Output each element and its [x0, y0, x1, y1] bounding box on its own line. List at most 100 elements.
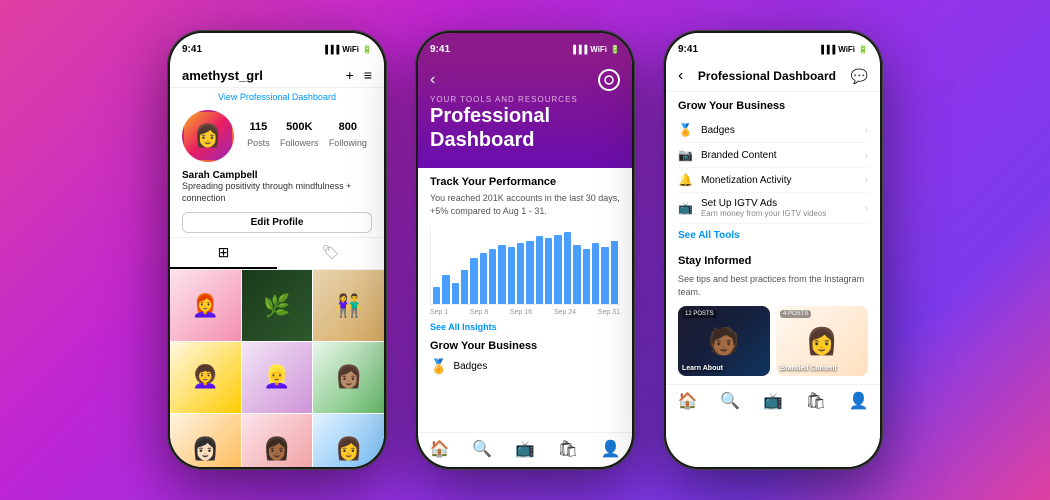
photo-6: 👩🏽: [313, 342, 384, 413]
detail-header: ‹ Professional Dashboard 💬: [666, 61, 880, 92]
grow-title-2: Grow Your Business: [430, 340, 620, 352]
phone-2: 9:41 ▐▐▐ WiFi 🔋 ‹ YOUR TOOLS AND RESOURC…: [415, 30, 635, 470]
grid-tabs: ⊞ 🏷: [170, 237, 384, 270]
stay-informed-title: Stay Informed: [678, 255, 868, 267]
nav-home-3[interactable]: 🏠: [666, 391, 709, 411]
nav-reels-3[interactable]: 📺: [752, 391, 795, 411]
time-1: 9:41: [182, 44, 202, 55]
chart-bar: [498, 245, 505, 304]
profile-header: amethyst_grl + ≡: [170, 61, 384, 88]
message-icon-3[interactable]: 💬: [851, 68, 868, 85]
chart-label-2: Sep 8: [470, 309, 488, 316]
branded-label: Branded Content: [701, 150, 777, 161]
chart-bar: [461, 270, 468, 304]
back-icon-3[interactable]: ‹: [678, 67, 683, 85]
igtv-icon: 📺: [678, 201, 693, 215]
time-3: 9:41: [678, 44, 698, 55]
chart-bar: [554, 235, 561, 304]
item-branded[interactable]: 📷 Branded Content ›: [678, 143, 868, 168]
item-badges[interactable]: 🏅 Badges ›: [678, 118, 868, 143]
followers-label: Followers: [280, 138, 319, 148]
card1-posts: 12 POSTS: [682, 310, 717, 318]
following-label: Following: [329, 138, 367, 148]
chart-bar: [583, 249, 590, 304]
profile-action-icons: + ≡: [346, 67, 372, 83]
posts-count: 115: [247, 121, 270, 133]
chart-bar: [508, 247, 515, 305]
stay-desc: See tips and best practices from the Ins…: [678, 273, 868, 298]
see-all-insights[interactable]: See All Insights: [430, 322, 620, 332]
chart-label-3: Sep 16: [510, 309, 532, 316]
photo-3: 👫: [313, 270, 384, 341]
profile-bio: Sarah Campbell Spreading positivity thro…: [170, 168, 384, 208]
chart-bar: [573, 245, 580, 304]
tab-grid[interactable]: ⊞: [170, 238, 277, 269]
badges-list-icon: 🏅: [678, 123, 693, 137]
phone-1: 9:41 ▐▐▐ WiFi 🔋 amethyst_grl + ≡ View Pr…: [167, 30, 387, 470]
card-branded-content[interactable]: 👩 4 POSTS Branded Content: [776, 306, 868, 376]
edit-profile-button[interactable]: Edit Profile: [182, 212, 372, 233]
see-all-tools[interactable]: See All Tools: [678, 224, 868, 247]
nav-profile-3[interactable]: 👤: [837, 391, 880, 411]
nav-shop-2[interactable]: 🛍: [546, 439, 589, 459]
item-igtv[interactable]: 📺 Set Up IGTV Ads Earn money from your I…: [678, 193, 868, 224]
badges-list-label: Badges: [701, 125, 735, 136]
chart-bar: [601, 247, 608, 305]
posts-label: Posts: [247, 138, 270, 148]
status-bar-1: 9:41 ▐▐▐ WiFi 🔋: [170, 33, 384, 61]
card1-label: Learn About: [682, 365, 723, 372]
chevron-igtv: ›: [865, 203, 868, 214]
wifi-icon-3: WiFi: [838, 45, 855, 54]
menu-icon[interactable]: ≡: [364, 67, 372, 83]
view-dashboard-link[interactable]: View Professional Dashboard: [170, 88, 384, 104]
nav-shop-3[interactable]: 🛍: [794, 391, 837, 411]
chevron-monetization: ›: [865, 175, 868, 186]
avatar: 👩: [182, 110, 234, 162]
nav-home-2[interactable]: 🏠: [418, 439, 461, 459]
battery-icon-2: 🔋: [610, 45, 620, 54]
tab-tagged[interactable]: 🏷: [277, 238, 384, 269]
nav-search-2[interactable]: 🔍: [461, 439, 504, 459]
photo-grid: 👩‍🦰 🌿 👫 👩‍🦱 👱‍♀️ 👩🏽 👩🏻 👩🏾 👩: [170, 270, 384, 467]
add-icon[interactable]: +: [346, 67, 354, 83]
igtv-sublabel: Earn money from your IGTV videos: [701, 209, 826, 218]
chart-bar: [452, 283, 459, 304]
status-bar-2: 9:41 ▐▐▐ WiFi 🔋: [418, 33, 632, 61]
stat-followers: 500K Followers: [280, 121, 319, 151]
card-learn-about[interactable]: 🧑🏾 12 POSTS Learn About: [678, 306, 770, 376]
chart-bar: [470, 258, 477, 305]
stat-following: 800 Following: [329, 121, 367, 151]
following-count: 800: [329, 121, 367, 133]
chart-bar: [489, 249, 496, 304]
message-icon[interactable]: [598, 69, 620, 91]
stat-posts: 115 Posts: [247, 121, 270, 151]
nav-search-3[interactable]: 🔍: [709, 391, 752, 411]
bio-text: Spreading positivity through mindfulness…: [182, 181, 372, 204]
detail-title: Professional Dashboard: [698, 69, 836, 83]
photo-8: 👩🏾: [242, 414, 313, 467]
stats-row: 115 Posts 500K Followers 800 Following: [242, 121, 372, 151]
dashboard-content: ‹ YOUR TOOLS AND RESOURCES Professional …: [418, 61, 632, 467]
photo-2: 🌿: [242, 270, 313, 341]
chart-bar: [592, 243, 599, 304]
photo-4: 👩‍🦱: [170, 342, 241, 413]
dash-subtitle: YOUR TOOLS AND RESOURCES: [430, 95, 620, 104]
chevron-branded: ›: [865, 150, 868, 161]
photo-5: 👱‍♀️: [242, 342, 313, 413]
bar-chart: [430, 225, 620, 305]
item-monetization[interactable]: 🔔 Monetization Activity ›: [678, 168, 868, 193]
monetization-icon: 🔔: [678, 173, 693, 187]
chart-bar: [545, 238, 552, 304]
chart-bar: [526, 241, 533, 305]
track-title: Track Your Performance: [430, 176, 620, 188]
dashboard-body: Track Your Performance You reached 201K …: [418, 168, 632, 432]
nav-profile-2[interactable]: 👤: [589, 439, 632, 459]
badges-icon: 🏅: [430, 358, 447, 375]
back-icon[interactable]: ‹: [430, 71, 435, 89]
chart-bar: [564, 232, 571, 304]
nav-reels-2[interactable]: 📺: [504, 439, 547, 459]
chart-bar: [480, 253, 487, 304]
chart-bar: [433, 287, 440, 304]
bottom-nav-2: 🏠 🔍 📺 🛍 👤: [418, 432, 632, 467]
time-2: 9:41: [430, 44, 450, 55]
